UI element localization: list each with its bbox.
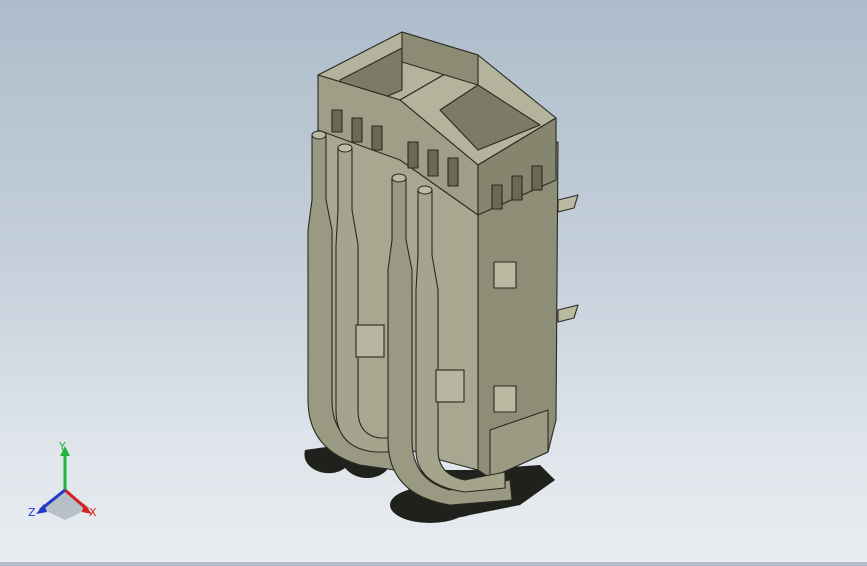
- orientation-triad: Y X Z: [20, 440, 110, 530]
- model-canvas[interactable]: [0, 0, 867, 562]
- x-axis-label: X: [89, 506, 97, 519]
- y-axis-label: Y: [58, 440, 66, 453]
- model-viewport[interactable]: [0, 0, 867, 562]
- z-axis-label: Z: [28, 506, 36, 519]
